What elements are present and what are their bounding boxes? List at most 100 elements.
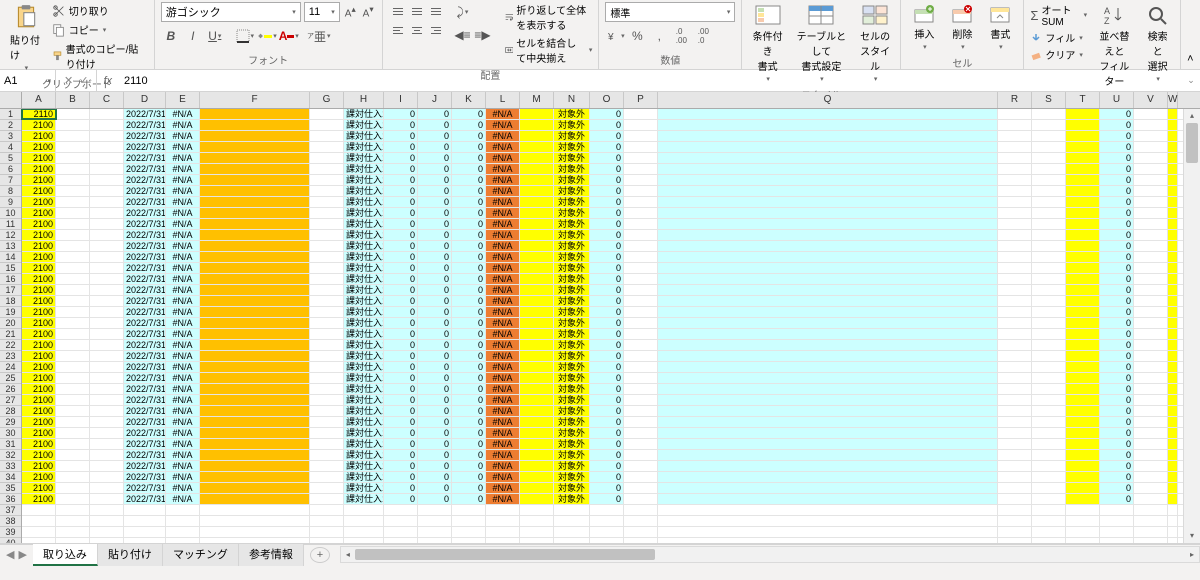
cell[interactable] [554,527,590,537]
cell[interactable] [624,164,658,174]
cell[interactable]: 0 [1100,142,1134,152]
cell[interactable]: 0 [1100,164,1134,174]
cell[interactable] [1100,527,1134,537]
cell[interactable]: #N/A [486,395,520,405]
cell[interactable] [1032,439,1066,449]
scroll-left-button[interactable]: ◂ [341,547,355,562]
cell[interactable] [310,153,344,163]
cell[interactable] [1134,285,1168,295]
cell[interactable]: #N/A [166,307,200,317]
cell[interactable] [22,538,56,544]
cell[interactable] [1168,131,1178,141]
cell[interactable]: 0 [452,428,486,438]
sheet-tab[interactable]: マッチング [163,544,239,566]
cell[interactable] [998,461,1032,471]
decrease-decimal-button[interactable]: .00.0 [693,26,713,46]
cell[interactable]: 2022/7/31 [124,252,166,262]
cell[interactable] [658,197,998,207]
cell[interactable] [1134,131,1168,141]
cell[interactable]: 2100 [22,373,56,383]
cell[interactable] [658,142,998,152]
cell[interactable] [624,142,658,152]
cell[interactable] [624,296,658,306]
fill-button[interactable]: フィル▾ [1030,30,1087,45]
cell[interactable]: #N/A [166,450,200,460]
grow-font-button[interactable]: A▴ [343,2,358,21]
cell[interactable] [1168,263,1178,273]
cell[interactable] [624,219,658,229]
cell[interactable]: 課対仕入10 [344,351,384,361]
cell[interactable]: 2022/7/31 [124,274,166,284]
column-header[interactable]: L [486,92,520,108]
cell[interactable] [520,406,554,416]
cell[interactable] [56,527,90,537]
cell[interactable]: 0 [418,296,452,306]
cell[interactable] [1134,318,1168,328]
cell[interactable]: 0 [418,307,452,317]
cell[interactable] [56,285,90,295]
cell[interactable]: #N/A [486,450,520,460]
cell[interactable] [166,538,200,544]
cell[interactable] [452,527,486,537]
cell[interactable]: 0 [452,263,486,273]
cell[interactable] [624,230,658,240]
cell[interactable] [22,505,56,515]
cell[interactable] [520,153,554,163]
cell[interactable]: 0 [452,241,486,251]
cell[interactable]: 0 [384,274,418,284]
cell[interactable] [56,274,90,284]
cell[interactable]: 0 [590,439,624,449]
cell[interactable] [310,362,344,372]
cell[interactable] [384,527,418,537]
cell[interactable]: 0 [418,450,452,460]
cell[interactable]: 対象外 [554,274,590,284]
cell[interactable] [56,164,90,174]
cell[interactable] [1066,395,1100,405]
row-header[interactable]: 34 [0,472,21,483]
cell[interactable] [1134,439,1168,449]
cell[interactable]: 0 [384,197,418,207]
cell[interactable] [1168,450,1178,460]
cell[interactable]: 対象外 [554,329,590,339]
cell[interactable]: 2022/7/31 [124,131,166,141]
cell[interactable]: 0 [452,230,486,240]
cell[interactable]: #N/A [486,417,520,427]
cell[interactable]: 対象外 [554,351,590,361]
cell[interactable] [520,472,554,482]
cell[interactable] [624,329,658,339]
cell[interactable]: 2022/7/31 [124,175,166,185]
cell[interactable] [1032,417,1066,427]
cell[interactable] [1066,296,1100,306]
cell[interactable] [90,527,124,537]
cell[interactable] [658,175,998,185]
cell[interactable]: #N/A [486,296,520,306]
cell[interactable]: 2100 [22,472,56,482]
row-header[interactable]: 29 [0,417,21,428]
cell[interactable]: 0 [1100,428,1134,438]
cell[interactable] [624,516,658,526]
row-header[interactable]: 17 [0,285,21,296]
cell[interactable] [998,373,1032,383]
cell[interactable]: 課対仕入10 [344,153,384,163]
cell[interactable]: 0 [1100,208,1134,218]
cell[interactable] [520,395,554,405]
cell[interactable] [1134,395,1168,405]
cell[interactable]: #N/A [166,153,200,163]
cell[interactable] [384,538,418,544]
cell[interactable] [1168,340,1178,350]
cell[interactable]: 0 [1100,296,1134,306]
cell[interactable]: 対象外 [554,340,590,350]
row-header[interactable]: 10 [0,208,21,219]
cell[interactable] [56,483,90,493]
cell[interactable]: #N/A [486,439,520,449]
italic-button[interactable]: I [183,26,203,46]
cell[interactable]: 0 [590,252,624,262]
scroll-thumb-v[interactable] [1186,123,1198,163]
cell[interactable]: 0 [384,384,418,394]
cell[interactable]: 課対仕入10 [344,373,384,383]
cell[interactable] [90,340,124,350]
cell[interactable]: 0 [418,439,452,449]
cell[interactable]: #N/A [486,472,520,482]
cell[interactable]: 0 [452,142,486,152]
cell[interactable] [590,527,624,537]
